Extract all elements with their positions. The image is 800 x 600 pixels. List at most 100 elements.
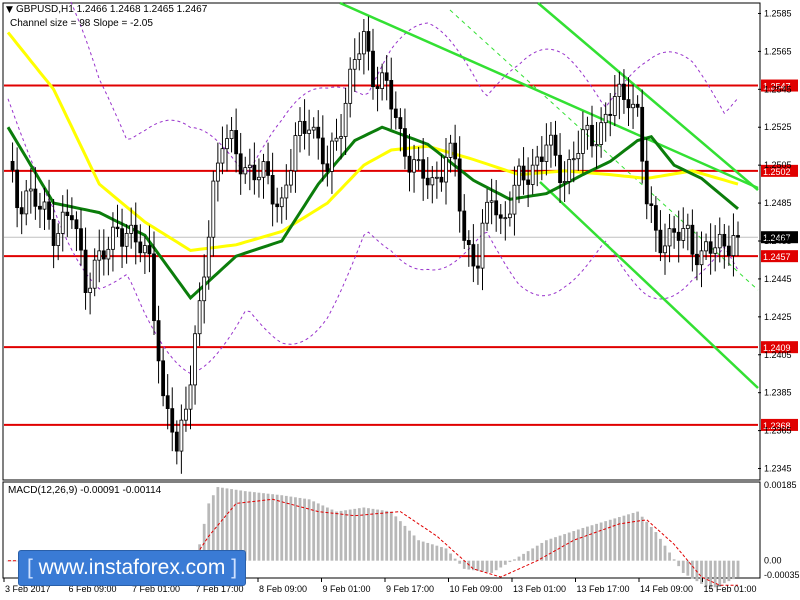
candle-body [695, 253, 699, 266]
candle-body [398, 117, 403, 129]
candle-body [503, 217, 508, 220]
macd-histogram-bar [686, 560, 690, 576]
candle-body [676, 231, 681, 241]
y-tick-label: 1.2425 [764, 312, 792, 322]
price-chart: 1.25471.25021.24571.24091.2368 1.24671.2… [2, 0, 800, 594]
candle-body [658, 229, 663, 254]
macd-histogram-bar [262, 493, 265, 561]
macd-histogram-bar [554, 537, 557, 561]
x-tick-label: 10 Feb 09:00 [450, 584, 503, 594]
candle-body [567, 159, 572, 182]
candle-body [252, 164, 257, 181]
macd-histogram-bar [430, 544, 434, 561]
candle-body [225, 138, 229, 150]
macd-tick-label: 0.00185 [764, 480, 797, 490]
macd-histogram-bar [371, 508, 375, 561]
macd-histogram-bar [704, 560, 708, 587]
y-tick-label: 1.2465 [764, 236, 792, 246]
macd-histogram-bar [275, 494, 279, 561]
macd-histogram-bar [576, 529, 580, 561]
macd-histogram-bar [449, 553, 452, 561]
candle-body [389, 80, 394, 110]
y-tick-label: 1.2505 [764, 160, 792, 170]
candle-body [152, 253, 156, 322]
level-price-label: 1.2457 [763, 252, 791, 262]
macd-histogram-bar [531, 548, 535, 561]
candle-body [138, 241, 143, 254]
symbol-info: GBPUSD,H1 1.2466 1.2468 1.2465 1.2467 [16, 4, 208, 15]
y-tick-label: 1.2405 [764, 350, 792, 360]
macd-histogram-bar [471, 560, 475, 571]
macd-histogram-bar [298, 497, 302, 561]
candle-body [594, 144, 599, 147]
candle-body [257, 176, 261, 181]
candle-body [316, 126, 321, 139]
y-tick-label: 1.2565 [764, 46, 792, 56]
candle-body [553, 134, 558, 156]
candle-body [60, 211, 65, 234]
macd-histogram-bar [722, 560, 726, 584]
macd-histogram-bar [494, 560, 498, 571]
candle-body [539, 156, 544, 162]
candle-body [261, 161, 266, 178]
candle-body [653, 205, 658, 231]
candle-body [179, 419, 184, 452]
candle-body [238, 153, 243, 175]
macd-histogram-bar [266, 493, 270, 561]
macd-histogram-bar [435, 545, 439, 561]
macd-histogram-bar [367, 508, 370, 561]
macd-histogram-bar [344, 510, 348, 561]
y-tick-label: 1.2525 [764, 122, 792, 132]
candle-body [211, 180, 216, 238]
candle-body [357, 53, 362, 60]
macd-histogram-bar [321, 505, 325, 561]
watermark-text: www.instaforex.com [38, 556, 226, 579]
candle-body [498, 214, 503, 219]
candle-body [521, 165, 526, 181]
macd-histogram-bar [732, 560, 735, 580]
candle-body [270, 174, 275, 205]
macd-histogram-bar [271, 494, 275, 561]
candle-body [612, 96, 617, 116]
collapse-arrow-icon[interactable]: ▼ [6, 5, 13, 15]
x-tick-label: 13 Feb 17:00 [577, 584, 630, 594]
candle-body [88, 287, 93, 293]
macd-histogram-bar [672, 559, 676, 561]
candle-body [722, 233, 727, 247]
macd-histogram-bar [294, 497, 297, 561]
candle-body [215, 162, 220, 182]
candle-body [115, 226, 120, 230]
y-tick-label: 1.2445 [764, 274, 792, 284]
macd-histogram-bar [627, 514, 630, 561]
candle-body [421, 159, 426, 179]
candle-body [47, 201, 51, 220]
macd-histogram-bar [339, 510, 343, 561]
candle-body [375, 86, 380, 89]
macd-histogram-bar [681, 560, 685, 573]
candle-body [622, 83, 626, 100]
candle-body [434, 176, 439, 179]
candle-body [293, 135, 298, 172]
macd-histogram-bar [544, 540, 548, 561]
instaforex-watermark: [ www.instaforex.com ] [18, 550, 246, 586]
candle-body [617, 83, 622, 97]
macd-histogram-bar [380, 510, 384, 561]
macd-histogram-bar [481, 560, 484, 572]
macd-tick-label: -0.00035 [764, 570, 800, 580]
candle-body [685, 224, 690, 229]
candle-body [129, 224, 134, 234]
candle-body [83, 249, 88, 293]
macd-histogram-bar [280, 495, 284, 561]
macd-histogram-bar [330, 509, 334, 561]
x-tick-label: 9 Feb 01:00 [323, 584, 371, 594]
candle-body [444, 156, 448, 183]
macd-histogram-bar [398, 521, 402, 561]
macd-histogram-bar [645, 521, 649, 561]
macd-histogram-bar [736, 560, 740, 578]
macd-histogram-bar [385, 510, 389, 561]
macd-histogram-bar [357, 508, 361, 561]
candle-body [690, 224, 695, 255]
candle-body [188, 384, 193, 410]
macd-histogram-bar [649, 526, 653, 561]
candle-body [681, 228, 686, 241]
